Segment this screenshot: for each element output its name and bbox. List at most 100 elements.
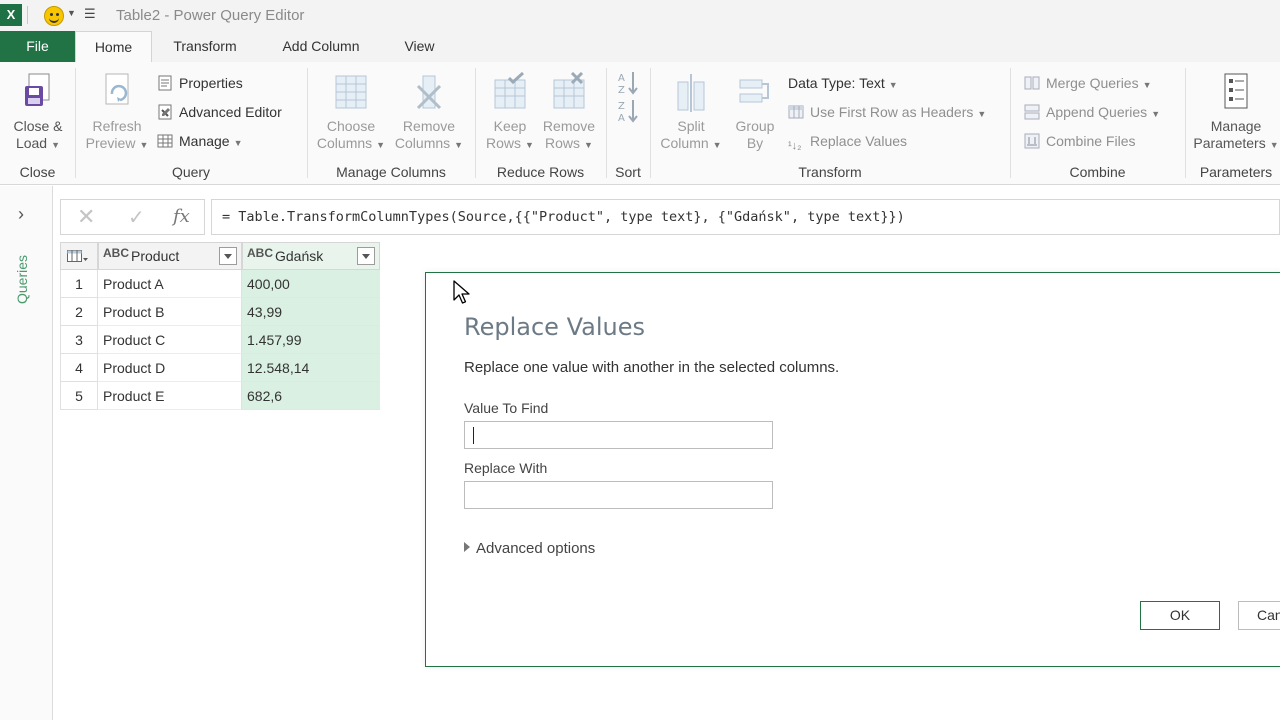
cell-product[interactable]: Product C xyxy=(98,326,242,354)
column-header-product[interactable]: ABC Product xyxy=(98,242,242,270)
split-column-button[interactable]: Split Column ▼ xyxy=(656,72,726,154)
manage-parameters-button[interactable]: Manage Parameters ▼ xyxy=(1192,72,1280,154)
close-load-label-2: Load xyxy=(15,135,48,151)
chevron-down-icon: ▼ xyxy=(1151,109,1161,119)
row-number: 1 xyxy=(60,270,98,298)
manage-label: Manage xyxy=(179,133,230,149)
use-first-row-label: Use First Row as Headers xyxy=(810,104,974,120)
sort-ascending-button[interactable]: A Z xyxy=(614,70,642,100)
group-by-label-2: By xyxy=(746,135,764,151)
ribbon: Close & Load ▼ Close Refresh Preview ▼ Pro… xyxy=(0,62,1280,185)
choose-columns-button[interactable]: Choose Columns ▼ xyxy=(316,72,386,154)
combine-files-button[interactable]: Combine Files xyxy=(1024,130,1135,152)
group-by-button[interactable]: Group By xyxy=(730,72,780,152)
tab-home[interactable]: Home xyxy=(75,31,152,63)
close-load-button[interactable]: Close & Load ▼ xyxy=(8,72,68,154)
tab-transform[interactable]: Transform xyxy=(160,31,250,62)
quick-access-customize-icon[interactable]: ☰ xyxy=(84,6,96,22)
cell-gdansk[interactable]: 43,99 xyxy=(242,298,380,326)
svg-text:A: A xyxy=(618,73,625,84)
fx-icon[interactable]: fx xyxy=(173,206,190,227)
expand-queries-chevron-icon[interactable]: › xyxy=(18,204,24,225)
smiley-feedback-icon[interactable] xyxy=(44,6,64,26)
column-filter-dropdown[interactable] xyxy=(219,247,237,265)
cancel-formula-icon[interactable]: ✕ xyxy=(77,204,95,230)
text-type-icon[interactable]: ABC xyxy=(103,246,129,260)
tab-add-column[interactable]: Add Column xyxy=(268,31,374,62)
split-column-icon xyxy=(674,72,708,114)
advanced-options-toggle[interactable]: Advanced options xyxy=(464,540,595,557)
close-load-icon xyxy=(21,72,55,114)
cell-product[interactable]: Product B xyxy=(98,298,242,326)
chevron-down-icon: ▼ xyxy=(139,140,149,150)
append-queries-button[interactable]: Append Queries ▼ xyxy=(1024,101,1160,123)
data-type-dropdown[interactable]: Data Type: Text ▼ xyxy=(788,72,898,94)
value-to-find-input[interactable] xyxy=(464,421,773,449)
cell-product[interactable]: Product D xyxy=(98,354,242,382)
ok-button[interactable]: OK xyxy=(1140,601,1220,630)
advanced-editor-button[interactable]: Advanced Editor xyxy=(157,101,282,123)
table-menu-icon xyxy=(67,250,88,262)
tab-view[interactable]: View xyxy=(392,31,447,62)
merge-queries-button[interactable]: Merge Queries ▼ xyxy=(1024,72,1152,94)
manage-parameters-icon xyxy=(1219,72,1253,114)
table-row[interactable]: 2 Product B 43,99 xyxy=(60,298,380,326)
tab-file[interactable]: File xyxy=(0,31,75,62)
keep-rows-button[interactable]: Keep Rows ▼ xyxy=(482,71,538,154)
table-row[interactable]: 4 Product D 12.548,14 xyxy=(60,354,380,382)
group-label-combine: Combine xyxy=(1069,164,1126,180)
combine-files-label: Combine Files xyxy=(1046,133,1136,149)
append-queries-icon xyxy=(1024,104,1040,120)
feedback-dropdown-icon[interactable]: ▼ xyxy=(67,8,76,18)
cell-gdansk[interactable]: 682,6 xyxy=(242,382,380,410)
properties-button[interactable]: Properties xyxy=(157,72,243,94)
group-label-transform: Transform xyxy=(798,164,862,180)
queries-pane-label[interactable]: Queries xyxy=(14,244,38,304)
confirm-formula-icon[interactable]: ✓ xyxy=(128,205,145,230)
table-row[interactable]: 5 Product E 682,6 xyxy=(60,382,380,410)
append-queries-label: Append Queries xyxy=(1046,104,1148,120)
formula-input[interactable]: = Table.TransformColumnTypes(Source,{{"P… xyxy=(211,199,1280,235)
text-caret xyxy=(473,427,474,444)
remove-columns-button[interactable]: Remove Columns ▼ xyxy=(392,72,466,154)
refresh-preview-button[interactable]: Refresh Preview ▼ xyxy=(84,72,150,154)
text-type-icon[interactable]: ABC xyxy=(247,246,273,260)
replace-values-dialog: Replace Values Replace one value with an… xyxy=(425,272,1280,667)
group-label-reduce-rows: Reduce Rows xyxy=(496,164,585,180)
cell-product[interactable]: Product A xyxy=(98,270,242,298)
group-label-manage-columns: Manage Columns xyxy=(336,164,446,180)
cell-gdansk[interactable]: 1.457,99 xyxy=(242,326,380,354)
close-load-label-1: Close & xyxy=(13,118,63,134)
properties-icon xyxy=(157,75,173,91)
cancel-button[interactable]: Can xyxy=(1238,601,1280,630)
sort-descending-button[interactable]: Z A xyxy=(614,98,642,128)
table-row[interactable]: 3 Product C 1.457,99 xyxy=(60,326,380,354)
chevron-down-icon: ▼ xyxy=(376,140,386,150)
expand-triangle-icon xyxy=(464,542,470,552)
keep-rows-label-2: Rows xyxy=(486,135,522,151)
replace-values-button[interactable]: ¹↓₂ Replace Values xyxy=(788,130,907,152)
column-filter-dropdown[interactable] xyxy=(357,247,375,265)
excel-app-icon: X xyxy=(0,4,22,26)
remove-rows-button[interactable]: Remove Rows ▼ xyxy=(539,71,599,154)
replace-values-icon: ¹↓₂ xyxy=(788,140,802,152)
cell-gdansk[interactable]: 12.548,14 xyxy=(242,354,380,382)
svg-text:A: A xyxy=(618,113,625,124)
column-header-gdansk[interactable]: ABC Gdańsk xyxy=(242,242,380,270)
data-preview-grid: ABC Product ABC Gdańsk 1 Product A 400,0… xyxy=(60,242,380,410)
chevron-down-icon: ▼ xyxy=(51,140,61,150)
advanced-options-label: Advanced options xyxy=(476,540,596,557)
table-row[interactable]: 1 Product A 400,00 xyxy=(60,270,380,298)
manage-button[interactable]: Manage ▼ xyxy=(157,130,243,152)
advanced-editor-icon xyxy=(157,104,173,120)
replace-with-label: Replace With xyxy=(464,460,548,476)
replace-with-input[interactable] xyxy=(464,481,773,509)
svg-text:Z: Z xyxy=(618,85,625,96)
cell-gdansk[interactable]: 400,00 xyxy=(242,270,380,298)
cell-product[interactable]: Product E xyxy=(98,382,242,410)
choose-columns-label-2: Columns xyxy=(316,135,373,151)
use-first-row-as-headers-button[interactable]: Use First Row as Headers ▼ xyxy=(788,101,986,123)
table-menu-button[interactable] xyxy=(60,242,98,270)
keep-rows-label-1: Keep xyxy=(493,118,527,134)
replace-values-label: Replace Values xyxy=(810,133,908,149)
